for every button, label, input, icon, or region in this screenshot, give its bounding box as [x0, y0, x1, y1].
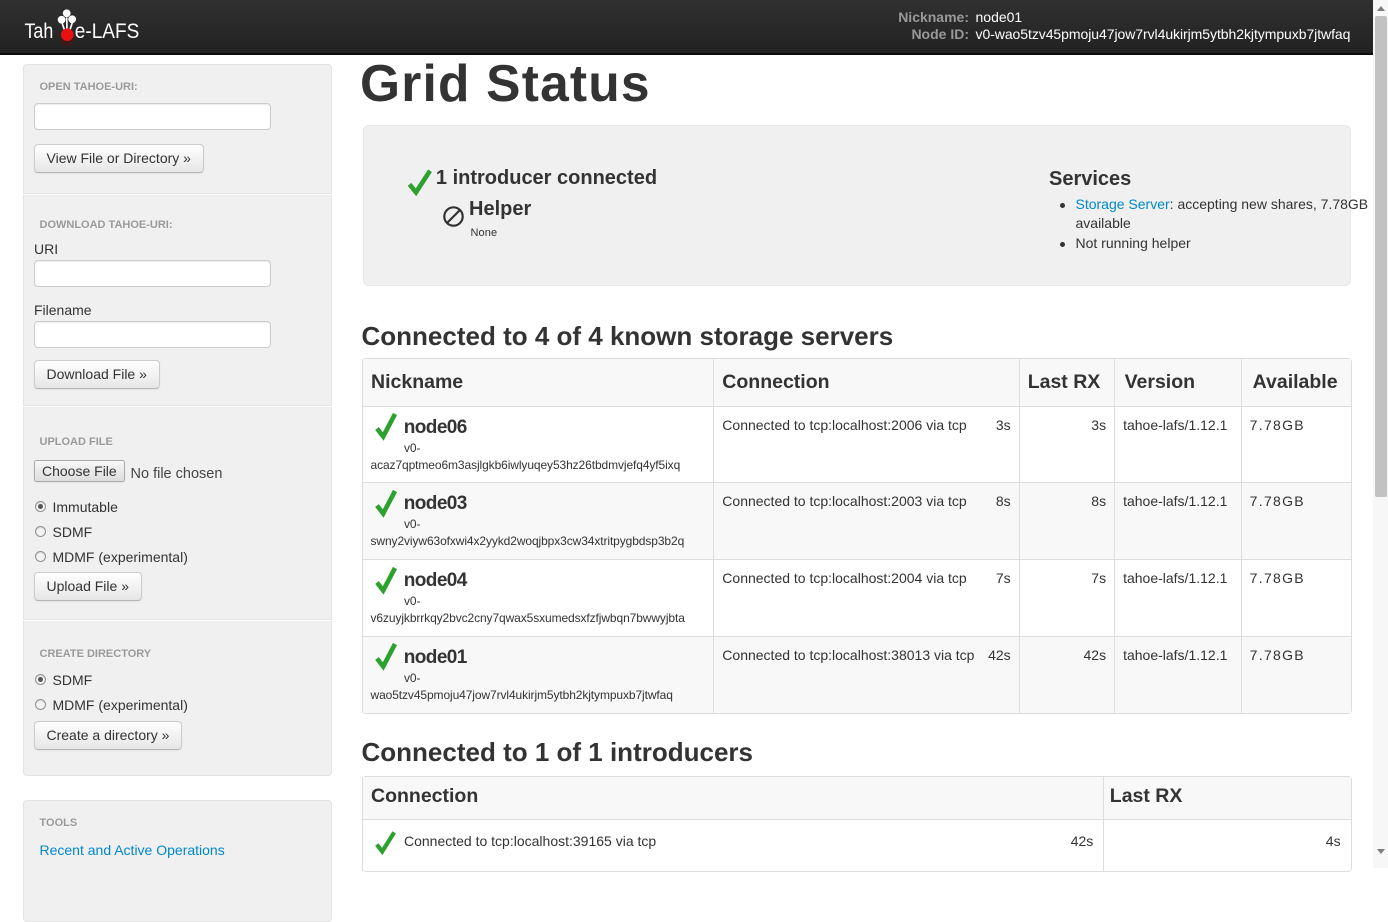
svg-text:e-LAFS: e-LAFS: [75, 19, 140, 43]
svg-text:Tah: Tah: [25, 19, 54, 43]
